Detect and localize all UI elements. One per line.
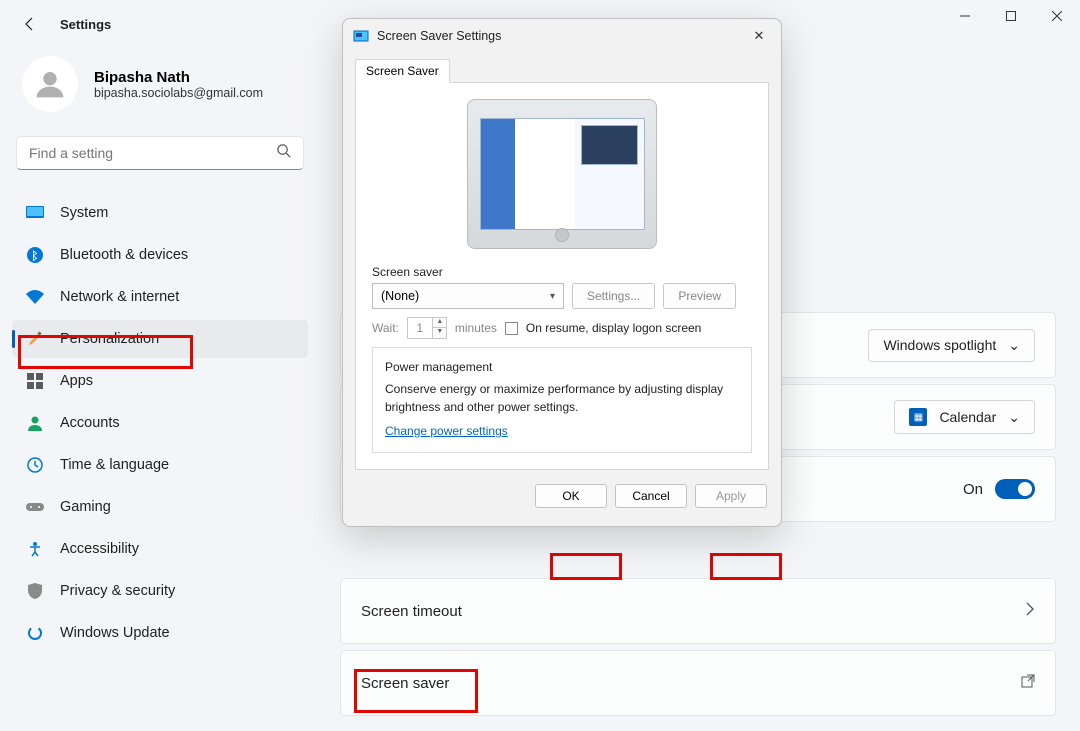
nav-label: Accounts	[60, 415, 120, 431]
accessibility-icon	[26, 540, 44, 558]
search-input[interactable]	[29, 145, 276, 161]
screensaver-select[interactable]: (None) ▾	[372, 283, 564, 309]
ok-button[interactable]: OK	[535, 484, 607, 508]
spin-up[interactable]: ▲	[433, 318, 447, 328]
nav-update[interactable]: Windows Update	[12, 614, 308, 652]
screen-saver-row[interactable]: Screen saver	[340, 650, 1056, 716]
shield-icon	[26, 582, 44, 600]
nav-label: System	[60, 205, 108, 221]
change-power-settings-link[interactable]: Change power settings	[385, 424, 508, 438]
nav-label: Apps	[60, 373, 93, 389]
monitor-icon	[26, 204, 44, 222]
person-icon	[26, 414, 44, 432]
minimize-button[interactable]	[942, 0, 988, 32]
settings-button: Settings...	[572, 283, 655, 309]
avatar	[22, 56, 78, 112]
nav-label: Privacy & security	[60, 583, 175, 599]
chevron-down-icon: ⌄	[1008, 409, 1020, 426]
preview-button: Preview	[663, 283, 736, 309]
monitor-preview	[467, 99, 657, 249]
screen-saver-dialog: Screen Saver Settings ✕ Screen Saver Scr…	[342, 18, 782, 527]
toggle-switch[interactable]	[995, 479, 1035, 499]
nav-privacy[interactable]: Privacy & security	[12, 572, 308, 610]
nav-label: Time & language	[60, 457, 169, 473]
close-button[interactable]	[1034, 0, 1080, 32]
resume-label: On resume, display logon screen	[526, 321, 701, 335]
nav-label: Gaming	[60, 499, 111, 515]
nav-personalization[interactable]: Personalization	[12, 320, 308, 358]
nav-time[interactable]: Time & language	[12, 446, 308, 484]
spotlight-select[interactable]: Windows spotlight ⌄	[868, 329, 1035, 362]
search-icon	[276, 143, 291, 163]
screen-timeout-label: Screen timeout	[361, 603, 462, 620]
dialog-close-button[interactable]: ✕	[747, 28, 771, 44]
wait-spinner[interactable]: ▲▼	[407, 317, 447, 339]
chevron-right-icon	[1025, 602, 1035, 620]
dialog-icon	[353, 28, 369, 44]
tab-screen-saver[interactable]: Screen Saver	[355, 59, 450, 83]
profile-block[interactable]: Bipasha Nath bipasha.sociolabs@gmail.com	[12, 48, 308, 136]
open-external-icon	[1021, 674, 1035, 692]
gamepad-icon	[26, 498, 44, 516]
nav-accounts[interactable]: Accounts	[12, 404, 308, 442]
spin-down[interactable]: ▼	[433, 328, 447, 338]
screen-timeout-row[interactable]: Screen timeout	[340, 578, 1056, 644]
back-button[interactable]	[18, 12, 42, 36]
screensaver-group-label: Screen saver	[372, 265, 752, 279]
nav-label: Accessibility	[60, 541, 139, 557]
nav-bluetooth[interactable]: Bluetooth & devices	[12, 236, 308, 274]
calendar-label: Calendar	[939, 409, 996, 425]
screensaver-selected: (None)	[381, 289, 419, 303]
spotlight-label: Windows spotlight	[883, 337, 996, 353]
wait-value[interactable]	[408, 321, 432, 335]
profile-name: Bipasha Nath	[94, 69, 263, 86]
apply-button: Apply	[695, 484, 767, 508]
nav-system[interactable]: System	[12, 194, 308, 232]
paintbrush-icon	[26, 330, 44, 348]
cancel-button[interactable]: Cancel	[615, 484, 687, 508]
nav-label: Windows Update	[60, 625, 170, 641]
chevron-down-icon: ⌄	[1008, 337, 1020, 354]
screen-saver-label: Screen saver	[361, 675, 449, 692]
wait-label: Wait:	[372, 321, 399, 335]
calendar-icon: ▦	[909, 408, 927, 426]
nav-label: Personalization	[60, 331, 159, 347]
apps-icon	[26, 372, 44, 390]
resume-checkbox[interactable]	[505, 322, 518, 335]
power-management-legend: Power management	[381, 360, 496, 374]
clock-icon	[26, 456, 44, 474]
chevron-down-icon: ▾	[550, 291, 555, 302]
minutes-label: minutes	[455, 321, 497, 335]
nav-apps[interactable]: Apps	[12, 362, 308, 400]
nav-label: Network & internet	[60, 289, 179, 305]
nav-gaming[interactable]: Gaming	[12, 488, 308, 526]
nav-network[interactable]: Network & internet	[12, 278, 308, 316]
update-icon	[26, 624, 44, 642]
calendar-select[interactable]: ▦ Calendar ⌄	[894, 400, 1035, 434]
nav-accessibility[interactable]: Accessibility	[12, 530, 308, 568]
window-title: Settings	[60, 17, 111, 32]
maximize-button[interactable]	[988, 0, 1034, 32]
dialog-title: Screen Saver Settings	[377, 29, 501, 43]
profile-email: bipasha.sociolabs@gmail.com	[94, 86, 263, 100]
wifi-icon	[26, 288, 44, 306]
search-box[interactable]	[16, 136, 304, 170]
toggle-label: On	[963, 481, 983, 498]
bluetooth-icon	[26, 246, 44, 264]
nav-label: Bluetooth & devices	[60, 247, 188, 263]
power-management-text: Conserve energy or maximize performance …	[385, 380, 739, 416]
